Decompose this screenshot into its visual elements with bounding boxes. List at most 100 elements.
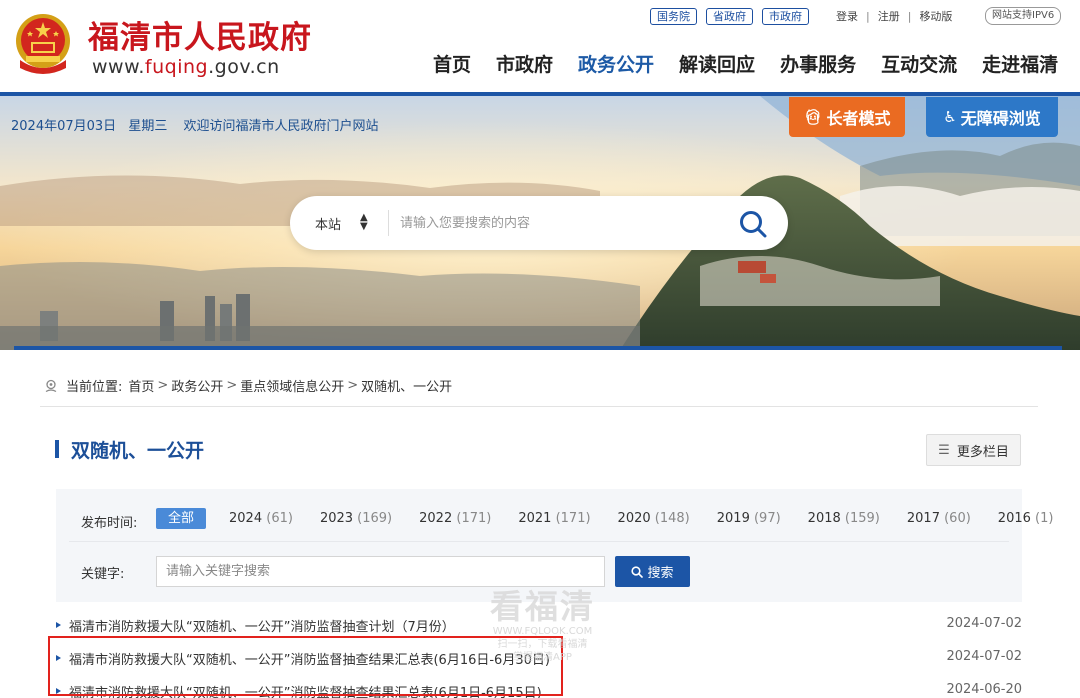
search-divider	[388, 210, 389, 236]
content-panel: 当前位置: 首页 > 政务公开 > 重点领域信息公开 > 双随机、一公开 双随机…	[14, 346, 1062, 698]
breadcrumb-separator: >	[347, 378, 359, 393]
year-option[interactable]: 2022 (171)	[419, 511, 491, 526]
search-scope-select[interactable]: 本站	[315, 214, 341, 233]
search-icon	[631, 565, 644, 578]
wheelchair-icon: ♿︎	[943, 108, 957, 126]
scope-updown-icon[interactable]: ▲ ▼	[360, 213, 368, 232]
year-value: 2020	[617, 511, 651, 526]
location-pin-icon	[45, 379, 57, 392]
list-icon: ☰	[938, 442, 950, 458]
bullet-icon	[56, 622, 61, 628]
breadcrumb-current[interactable]: 双随机、一公开	[361, 376, 452, 395]
more-columns-button[interactable]: ☰ 更多栏目	[926, 434, 1021, 466]
list-item[interactable]: 福清市消防救援大队“双随机、一公开”消防监督抽查计划（7月份） 2024-07-…	[54, 613, 1022, 646]
year-count: (97)	[753, 511, 781, 526]
year-option[interactable]: 2023 (169)	[320, 511, 392, 526]
elder-mode-button[interactable]: 🧓︎ 长者模式	[789, 97, 905, 137]
site-search: 本站 ▲ ▼	[290, 196, 788, 250]
year-count: (171)	[456, 511, 492, 526]
year-value: 2023	[319, 511, 354, 526]
year-count: (148)	[654, 511, 690, 526]
mobile-link[interactable]: 移动版	[919, 8, 952, 24]
national-emblem-icon[interactable]	[12, 12, 74, 74]
publish-time-label: 发布时间:	[81, 516, 138, 531]
breadcrumb-prefix: 当前位置:	[66, 380, 123, 395]
article-list: 福清市消防救援大队“双随机、一公开”消防监督抽查计划（7月份） 2024-07-…	[54, 613, 1022, 698]
more-columns-label: 更多栏目	[956, 444, 1009, 460]
login-link[interactable]: 登录	[836, 8, 858, 24]
search-input[interactable]	[400, 210, 720, 236]
article-date: 2024-06-20	[946, 682, 1022, 697]
url-domain: fuqing	[144, 56, 209, 78]
list-item[interactable]: 福清市消防救援大队“双随机、一公开”消防监督抽查结果汇总表(6月1日-6月15日…	[54, 679, 1022, 698]
year-value: 2017	[906, 511, 940, 526]
main-nav: 首页 市政府 政务公开 解读回应 办事服务 互动交流 走进福清	[433, 50, 1058, 77]
nav-gov-affairs[interactable]: 政务公开	[578, 50, 654, 77]
site-header: 福清市人民政府 www.fuqing.gov.cn 国务院 省政府 市政府 登录…	[0, 0, 1080, 92]
year-count: (61)	[266, 511, 293, 526]
breadcrumb-key-areas[interactable]: 重点领域信息公开	[240, 376, 344, 395]
year-value: 2024	[229, 511, 263, 526]
welcome-text: 欢迎访问福清市人民政府门户网站	[183, 119, 379, 134]
nav-city-gov[interactable]: 市政府	[496, 50, 553, 77]
current-weekday: 星期三	[128, 119, 168, 134]
accessibility-label: 无障碍浏览	[960, 109, 1041, 128]
link-province-gov[interactable]: 省政府	[706, 7, 753, 25]
article-date: 2024-07-02	[946, 616, 1022, 631]
list-item[interactable]: 福清市消防救援大队“双随机、一公开”消防监督抽查结果汇总表(6月16日-6月30…	[54, 646, 1022, 679]
banner: 2024年07月03日 星期三 欢迎访问福清市人民政府门户网站 🧓︎ 长者模式 …	[0, 96, 1080, 350]
ipv6-badge: 网站支持IPV6	[985, 7, 1062, 25]
accessibility-button[interactable]: ♿︎ 无障碍浏览	[926, 97, 1058, 137]
year-value: 2016	[997, 511, 1031, 526]
url-prefix: www.	[92, 56, 145, 78]
divider: |	[866, 9, 870, 23]
year-value: 2019	[716, 511, 750, 526]
year-count: (159)	[844, 511, 880, 526]
nav-interpretation[interactable]: 解读回应	[679, 50, 755, 77]
current-date: 2024年07月03日	[11, 119, 117, 134]
link-city-gov[interactable]: 市政府	[762, 7, 809, 25]
divider: |	[907, 9, 912, 23]
year-option[interactable]: 2019 (97)	[717, 511, 781, 526]
link-state-council[interactable]: 国务院	[650, 7, 697, 25]
filter-panel: 发布时间: 全部 2024 (61) 2023 (169) 2022 (171)…	[56, 489, 1053, 602]
keyword-search-button[interactable]: 搜索	[615, 556, 690, 587]
register-link[interactable]: 注册	[878, 8, 900, 24]
article-title[interactable]: 福清市消防救援大队“双随机、一公开”消防监督抽查结果汇总表(6月1日-6月15日…	[69, 682, 542, 698]
year-option[interactable]: 2024 (61)	[229, 511, 293, 526]
elder-person-icon: 🧓︎	[803, 108, 823, 126]
breadcrumb-separator: >	[226, 378, 238, 393]
breadcrumb-home[interactable]: 首页	[128, 376, 154, 395]
breadcrumb: 当前位置: 首页 > 政务公开 > 重点领域信息公开 > 双随机、一公开	[44, 376, 452, 395]
nav-services[interactable]: 办事服务	[780, 50, 856, 77]
column-title: 双随机、一公开	[55, 436, 204, 463]
year-option[interactable]: 2016 (1)	[998, 511, 1054, 526]
elder-mode-label: 长者模式	[826, 109, 891, 128]
keyword-label: 关键字:	[81, 567, 125, 582]
year-option[interactable]: 2017 (60)	[907, 511, 971, 526]
date-welcome: 2024年07月03日 星期三 欢迎访问福清市人民政府门户网站	[11, 115, 378, 134]
keyword-input[interactable]	[156, 556, 605, 587]
year-count: (171)	[555, 511, 591, 526]
article-date: 2024-07-02	[946, 649, 1022, 664]
article-title[interactable]: 福清市消防救援大队“双随机、一公开”消防监督抽查计划（7月份）	[69, 616, 455, 635]
nav-home[interactable]: 首页	[433, 50, 471, 77]
article-title[interactable]: 福清市消防救援大队“双随机、一公开”消防监督抽查结果汇总表(6月16日-6月30…	[69, 649, 550, 668]
keyword-search-label: 搜索	[647, 566, 674, 581]
top-links: 国务院 省政府 市政府 登录 | 注册 | 移动版	[650, 7, 952, 25]
year-filter: 全部 2024 (61) 2023 (169) 2022 (171) 2021 …	[156, 508, 1053, 529]
year-count: (169)	[357, 511, 393, 526]
year-count: (1)	[1035, 511, 1054, 526]
site-url: www.fuqing.gov.cn	[92, 56, 280, 78]
year-option[interactable]: 2020 (148)	[618, 511, 690, 526]
filter-divider	[69, 541, 1009, 542]
breadcrumb-gov-affairs[interactable]: 政务公开	[171, 376, 223, 395]
site-name[interactable]: 福清市人民政府	[88, 12, 312, 57]
year-option[interactable]: 2021 (171)	[518, 511, 590, 526]
search-icon[interactable]	[738, 209, 768, 239]
nav-about-fuqing[interactable]: 走进福清	[982, 50, 1058, 77]
year-option[interactable]: 2018 (159)	[808, 511, 880, 526]
nav-interaction[interactable]: 互动交流	[881, 50, 957, 77]
breadcrumb-separator: >	[157, 378, 169, 393]
year-all[interactable]: 全部	[156, 508, 207, 529]
